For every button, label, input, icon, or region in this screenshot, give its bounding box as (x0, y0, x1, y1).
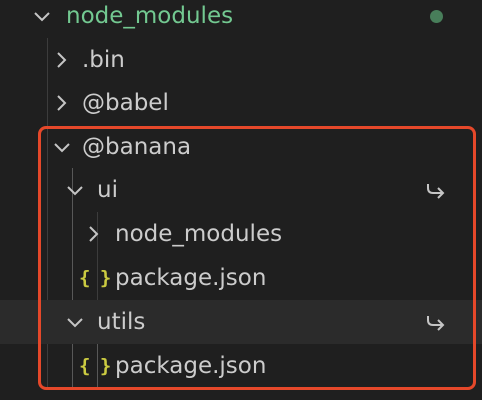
tree-item-package-json[interactable]: { } package.json (0, 344, 482, 388)
tree-item-label: package.json (115, 265, 267, 291)
symlink-arrow-icon (425, 311, 447, 333)
tree-item-banana[interactable]: @banana (0, 125, 482, 169)
tree-item-label: @banana (82, 134, 192, 160)
file-explorer-tree: node_modules .bin @babel @banana ui node… (0, 0, 482, 400)
symlink-arrow-icon (425, 179, 447, 201)
status-dot-icon (430, 10, 443, 23)
tree-item-node-modules-root[interactable]: node_modules (0, 0, 482, 38)
chevron-down-icon[interactable] (51, 136, 73, 158)
tree-item-label: node_modules (66, 3, 234, 29)
tree-item-package-json[interactable]: { } package.json (0, 256, 482, 300)
chevron-down-icon[interactable] (64, 179, 86, 201)
tree-item-babel[interactable]: @babel (0, 81, 482, 125)
tree-item-node-modules-nested[interactable]: node_modules (0, 212, 482, 256)
json-braces-icon: { } (79, 355, 111, 377)
chevron-down-icon[interactable] (64, 311, 86, 333)
tree-item-label: .bin (82, 47, 125, 73)
tree-item-label: @babel (82, 90, 169, 116)
tree-item-bin[interactable]: .bin (0, 38, 482, 82)
tree-item-label: package.json (115, 353, 267, 379)
chevron-right-icon[interactable] (51, 49, 73, 71)
chevron-right-icon[interactable] (83, 223, 105, 245)
tree-item-utils[interactable]: utils (0, 300, 482, 344)
tree-item-label: ui (97, 177, 118, 203)
chevron-down-icon[interactable] (31, 5, 53, 27)
tree-item-ui[interactable]: ui (0, 168, 482, 212)
json-braces-icon: { } (79, 267, 111, 289)
tree-item-label: node_modules (115, 221, 283, 247)
tree-item-label: utils (97, 309, 146, 335)
chevron-right-icon[interactable] (51, 92, 73, 114)
